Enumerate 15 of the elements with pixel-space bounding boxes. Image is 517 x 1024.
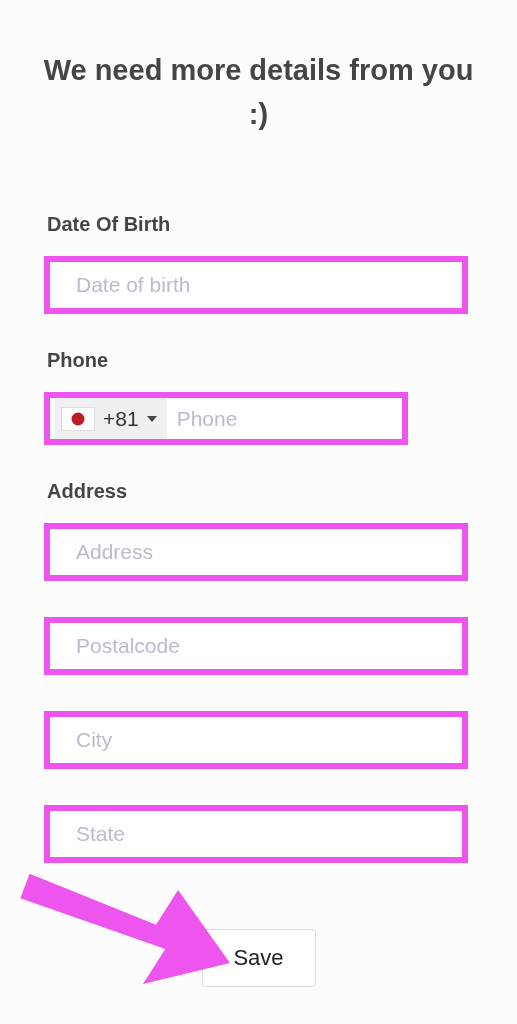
text-field[interactable]: City [44,711,468,769]
text-field[interactable]: Date of birth [44,256,468,314]
country-code-button[interactable]: +81 [55,398,167,439]
text-field[interactable]: State [44,805,468,863]
field-label: Phone [47,348,110,372]
text-field[interactable]: Address [44,523,468,581]
field-label: Date Of Birth [47,212,172,236]
arrow-icon [20,873,230,984]
phone-field[interactable]: +81 Phone [44,392,408,445]
page-title: We need more details from you :) [42,53,475,132]
text-field[interactable]: Postalcode [44,617,468,675]
field-label: Address [47,479,129,503]
flag-icon [61,406,95,431]
caret-icon [146,415,157,422]
phone-input[interactable]: Phone [166,398,402,439]
